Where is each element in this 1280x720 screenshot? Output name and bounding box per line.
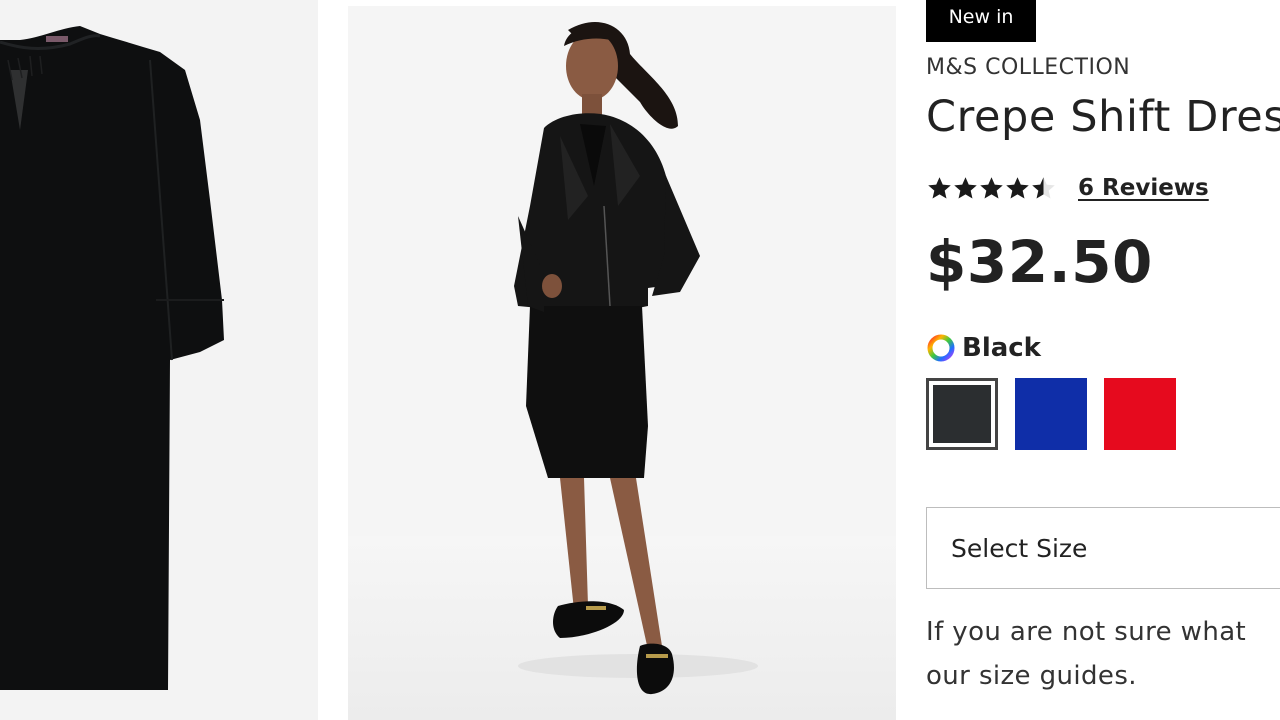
product-page: New in M&S COLLECTION Crepe Shift Dress … (0, 0, 1280, 720)
star-full-icon (928, 176, 951, 199)
new-in-badge: New in (926, 0, 1036, 42)
swatch-red[interactable] (1104, 378, 1176, 450)
swatch-blue[interactable] (1015, 378, 1087, 450)
reviews-link[interactable]: 6 Reviews (1078, 175, 1209, 201)
colour-selection-label: Black (926, 332, 1041, 364)
colour-swatches (926, 378, 1193, 450)
size-help-line-2[interactable]: our size guides. (926, 654, 1280, 698)
swatch-black[interactable] (926, 378, 998, 450)
model-illustration (348, 6, 896, 720)
model-image[interactable] (348, 6, 896, 720)
dress-flat-image[interactable] (0, 0, 318, 720)
swatch-blue-fill (1015, 378, 1087, 450)
product-title: Crepe Shift Dress (926, 92, 1280, 142)
swatch-black-fill (933, 385, 991, 443)
rating-row: 6 Reviews (926, 170, 1209, 206)
size-help-text: If you are not sure what our size guides… (926, 610, 1280, 698)
star-full-icon (954, 176, 977, 199)
size-select-label: Select Size (951, 533, 1088, 563)
star-half-icon (1032, 176, 1055, 199)
product-details-panel: New in M&S COLLECTION Crepe Shift Dress … (926, 0, 1280, 720)
size-help-line-1: If you are not sure what (926, 617, 1247, 647)
star-rating (926, 175, 1056, 202)
selected-colour-name: Black (962, 333, 1041, 363)
star-full-icon (980, 176, 1003, 199)
brand-name[interactable]: M&S COLLECTION (926, 55, 1130, 80)
star-full-icon (1006, 176, 1029, 199)
size-select-dropdown[interactable]: Select Size (926, 507, 1280, 589)
swatch-red-fill (1104, 378, 1176, 450)
colour-wheel-icon (927, 334, 955, 362)
dress-flat-illustration (0, 0, 318, 720)
product-price: $32.50 (926, 228, 1153, 296)
